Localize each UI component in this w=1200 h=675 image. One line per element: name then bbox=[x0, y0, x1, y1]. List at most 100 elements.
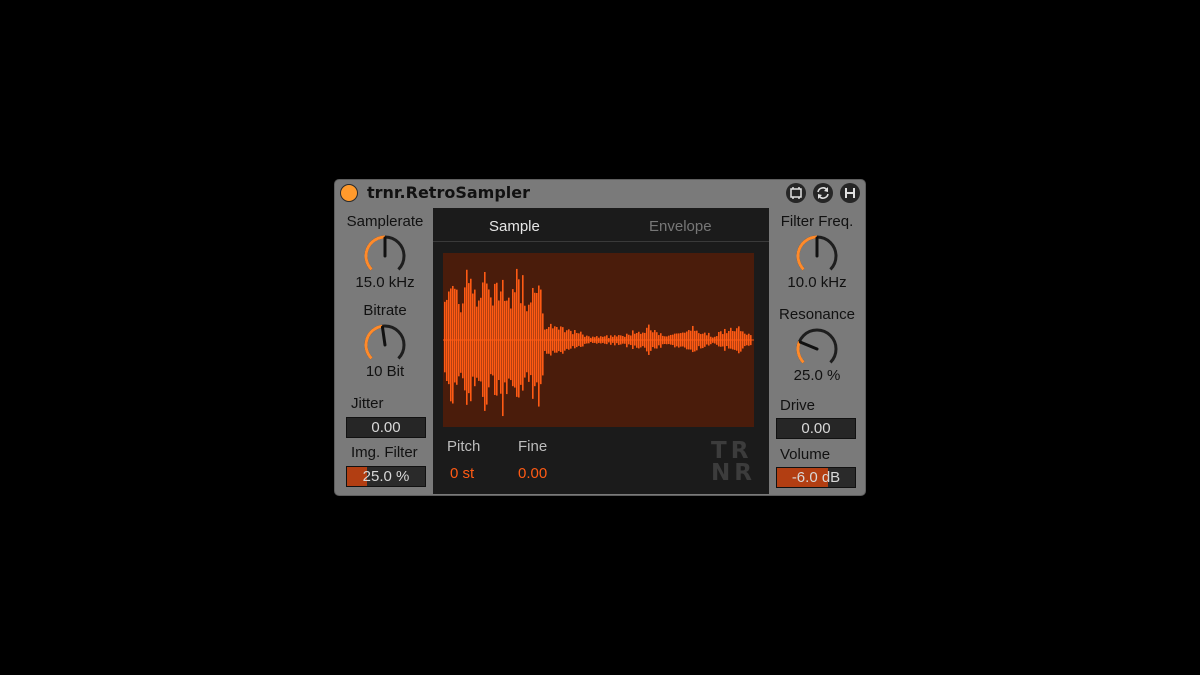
fine-value[interactable]: 0.00 bbox=[518, 465, 547, 482]
waveform-bar bbox=[474, 289, 476, 387]
waveform-bar bbox=[500, 291, 502, 394]
waveform-graphic bbox=[443, 268, 754, 417]
waveform-bar bbox=[496, 282, 498, 396]
tab-divider bbox=[433, 241, 769, 242]
waveform-bar bbox=[462, 303, 464, 379]
waveform-bar bbox=[506, 300, 508, 395]
bitrate-knob[interactable] bbox=[361, 321, 409, 369]
waveform-bar bbox=[708, 332, 710, 346]
title-bar: trnr.RetroSampler bbox=[335, 180, 865, 208]
refresh-button[interactable] bbox=[813, 183, 833, 203]
waveform-bar bbox=[734, 331, 736, 350]
device-title: trnr.RetroSampler bbox=[367, 183, 530, 202]
samplerate-value: 15.0 kHz bbox=[355, 274, 415, 291]
waveform-bar bbox=[520, 303, 522, 385]
img-filter-slider[interactable]: 25.0 % bbox=[346, 466, 426, 487]
waveform-bar bbox=[736, 328, 738, 351]
knob-pointer bbox=[380, 325, 387, 347]
tab-sample[interactable]: Sample bbox=[489, 218, 540, 235]
filter-freq-label: Filter Freq. bbox=[780, 213, 854, 230]
retro-sampler-device: trnr.RetroSampler Samplerate 15.0 kHz Bi… bbox=[334, 179, 866, 496]
waveform-bar bbox=[454, 288, 456, 383]
waveform-bar bbox=[522, 275, 524, 391]
pitch-value[interactable]: 0 st bbox=[450, 465, 474, 482]
waveform-bar bbox=[476, 306, 478, 378]
logo-line-2: NR bbox=[711, 460, 756, 486]
waveform-bar bbox=[538, 285, 540, 407]
waveform-bar bbox=[466, 269, 468, 405]
save-icon bbox=[845, 188, 855, 198]
waveform-bar bbox=[494, 283, 496, 395]
waveform-bar bbox=[730, 327, 732, 349]
waveform-bar bbox=[526, 311, 528, 373]
waveform-bar bbox=[694, 330, 696, 352]
waveform-bar bbox=[508, 297, 510, 379]
resonance-label: Resonance bbox=[779, 306, 855, 323]
waveform-bar bbox=[540, 289, 542, 385]
save-button[interactable] bbox=[840, 183, 860, 203]
waveform-bar bbox=[530, 302, 532, 376]
waveform-bar bbox=[740, 331, 742, 352]
logo-line-1: TR bbox=[711, 438, 753, 464]
hotswap-icon bbox=[790, 187, 802, 199]
knob-value-arc bbox=[796, 341, 805, 364]
drive-number-box[interactable]: 0.00 bbox=[776, 418, 856, 439]
waveform-bar bbox=[488, 289, 490, 388]
waveform-bar bbox=[486, 283, 488, 405]
waveform-bar bbox=[512, 289, 514, 387]
refresh-icon bbox=[817, 187, 829, 199]
waveform-bar bbox=[536, 292, 538, 383]
waveform-bar bbox=[510, 308, 512, 381]
waveform-bar bbox=[720, 331, 722, 347]
filter-freq-value: 10.0 kHz bbox=[787, 274, 847, 291]
volume-value: -6.0 dB bbox=[791, 469, 841, 486]
knob-value-arc bbox=[364, 235, 386, 271]
waveform-bar bbox=[444, 301, 446, 373]
waveform-bar bbox=[574, 330, 576, 349]
waveform-bar bbox=[642, 332, 644, 347]
resonance-knob[interactable] bbox=[793, 325, 841, 373]
waveform-bar bbox=[472, 293, 474, 377]
waveform-bar bbox=[478, 300, 480, 381]
waveform-bar bbox=[492, 305, 494, 376]
waveform-bar bbox=[542, 313, 544, 376]
filter-freq-knob[interactable] bbox=[793, 232, 841, 280]
tab-envelope[interactable]: Envelope bbox=[649, 218, 712, 235]
hotswap-button[interactable] bbox=[786, 183, 806, 203]
waveform-bar bbox=[490, 297, 492, 375]
waveform-bar bbox=[464, 287, 466, 391]
jitter-number-box[interactable]: 0.00 bbox=[346, 417, 426, 438]
waveform-bar bbox=[582, 334, 584, 347]
volume-slider[interactable]: -6.0 dB bbox=[776, 467, 856, 488]
waveform-bar bbox=[546, 328, 548, 354]
waveform-bar bbox=[516, 268, 518, 397]
knob-track bbox=[796, 328, 838, 364]
waveform-bar bbox=[456, 289, 458, 385]
resonance-value: 25.0 % bbox=[793, 367, 841, 384]
bitrate-label: Bitrate bbox=[363, 302, 407, 319]
waveform-bar bbox=[524, 305, 526, 378]
waveform-bar bbox=[692, 325, 694, 353]
bitrate-value: 10 Bit bbox=[365, 363, 405, 380]
knob-value-arc bbox=[796, 235, 818, 271]
waveform-bar bbox=[702, 333, 704, 349]
waveform-bar bbox=[468, 283, 470, 394]
fine-label: Fine bbox=[518, 438, 548, 455]
waveform-bar bbox=[564, 332, 566, 351]
samplerate-knob[interactable] bbox=[361, 232, 409, 280]
waveform-bar bbox=[580, 331, 582, 347]
waveform-bar bbox=[460, 312, 462, 373]
waveform-bar bbox=[452, 285, 454, 404]
waveform-bar bbox=[654, 330, 656, 349]
power-toggle-button[interactable] bbox=[340, 184, 358, 202]
knob-pointer bbox=[798, 340, 819, 351]
waveform-bar bbox=[484, 272, 486, 411]
waveform-bar bbox=[674, 333, 676, 348]
waveform-bar bbox=[718, 331, 720, 347]
waveform-bar bbox=[532, 287, 534, 399]
waveform-display[interactable] bbox=[443, 253, 754, 427]
img-filter-label: Img. Filter bbox=[351, 444, 418, 461]
drive-label: Drive bbox=[780, 397, 816, 414]
waveform-bar bbox=[560, 326, 562, 353]
waveform-bar bbox=[448, 291, 450, 385]
